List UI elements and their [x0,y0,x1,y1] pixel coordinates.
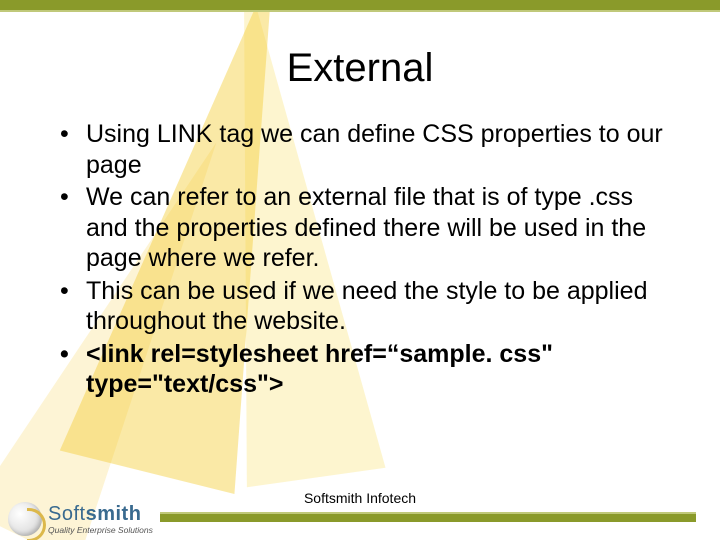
list-item: We can refer to an external file that is… [60,182,670,274]
logo-name-part: Soft [48,503,86,525]
slide-content: External Using LINK tag we can define CS… [0,0,720,540]
list-item: Using LINK tag we can define CSS propert… [60,119,670,180]
logo-tagline: Quality Enterprise Solutions [48,526,153,535]
brand-logo: Softsmith Quality Enterprise Solutions [8,502,153,536]
bottom-divider [160,514,696,522]
logo-name: Softsmith [48,504,153,524]
bullet-list: Using LINK tag we can define CSS propert… [40,119,680,400]
slide-title: External [40,46,680,91]
logo-icon [8,502,42,536]
logo-name-part: smith [86,503,142,525]
list-item: This can be used if we need the style to… [60,276,670,337]
logo-text: Softsmith Quality Enterprise Solutions [48,504,153,535]
list-item: <link rel=stylesheet href=“sample. css" … [60,339,670,400]
